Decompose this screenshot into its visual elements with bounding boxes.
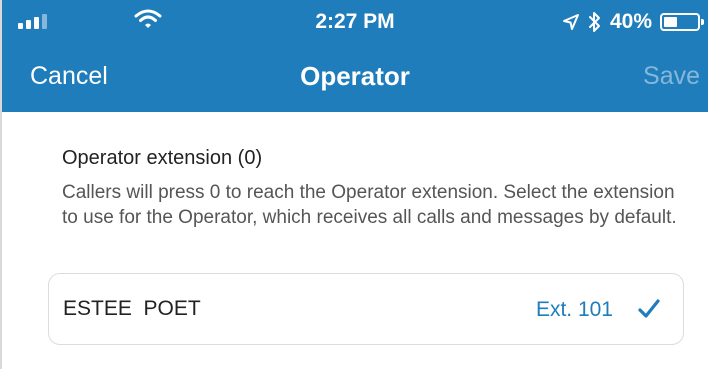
operator-extension: Ext. 101 [535, 298, 613, 321]
battery-level-fill [664, 17, 677, 27]
header: 2:27 PM 40% Cancel Operator Save [2, 0, 708, 112]
location-arrow-icon [562, 14, 579, 30]
cancel-button[interactable]: Cancel [30, 62, 108, 91]
section-description: Callers will press 0 to reach the Operat… [62, 182, 677, 228]
bluetooth-icon [588, 12, 600, 32]
battery-icon [660, 13, 704, 31]
save-button[interactable]: Save [643, 62, 700, 91]
battery-percent: 40% [609, 10, 652, 33]
operator-option-row[interactable]: ESTEE POET Ext. 101 [48, 273, 684, 345]
section-label: Operator extension (0) [62, 147, 263, 169]
page-title: Operator [300, 61, 410, 91]
operator-name: ESTEE POET [63, 297, 201, 320]
checkmark-icon [638, 299, 660, 318]
nav-bar: Cancel Operator Save [2, 50, 708, 106]
status-bar: 2:27 PM 40% [2, 0, 708, 44]
